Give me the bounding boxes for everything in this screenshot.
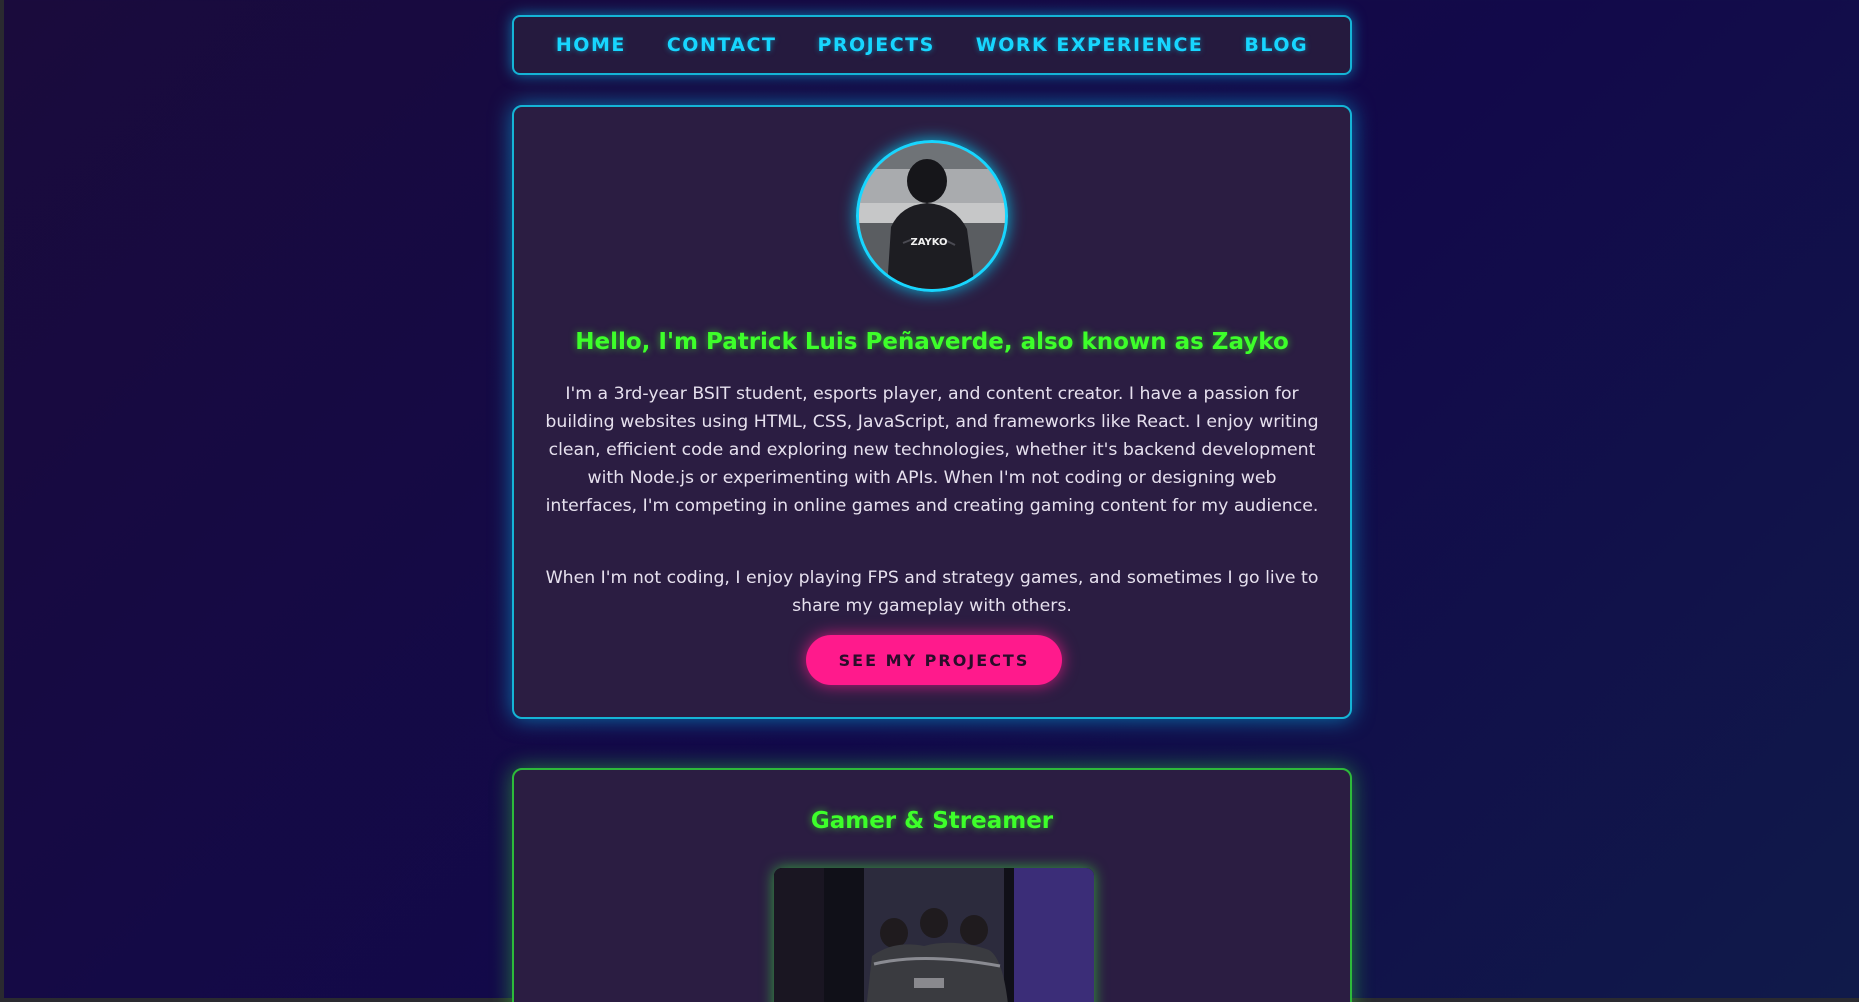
gamer-title: Gamer & Streamer: [810, 808, 1054, 834]
about-paragraph-1: I'm a 3rd-year BSIT student, esports pla…: [545, 384, 1319, 516]
nav-blog[interactable]: BLOG: [1244, 34, 1308, 56]
window-frame-left: [0, 0, 4, 1002]
avatar-photo: ZAYKO: [859, 143, 1005, 289]
about-card: ZAYKO Hello, I'm Patrick Luis Peñaverde,…: [512, 105, 1352, 719]
avatar-jersey-text: ZAYKO: [910, 237, 947, 248]
top-nav: HOME CONTACT PROJECTS WORK EXPERIENCE BL…: [512, 15, 1352, 75]
see-my-projects-button[interactable]: SEE MY PROJECTS: [806, 635, 1062, 685]
nav-contact[interactable]: CONTACT: [667, 34, 777, 56]
team-huddle-photo: [774, 868, 1094, 1002]
gamer-card: Gamer & Streamer: [512, 768, 1352, 1002]
team-huddle-image: [774, 868, 1094, 1002]
nav-work-experience[interactable]: WORK EXPERIENCE: [976, 34, 1204, 56]
about-paragraph-2: When I'm not coding, I enjoy playing FPS…: [545, 568, 1319, 616]
about-title: Hello, I'm Patrick Luis Peñaverde, also …: [575, 329, 1289, 355]
avatar: ZAYKO: [856, 140, 1008, 292]
nav-home[interactable]: HOME: [556, 34, 626, 56]
nav-projects[interactable]: PROJECTS: [817, 34, 934, 56]
